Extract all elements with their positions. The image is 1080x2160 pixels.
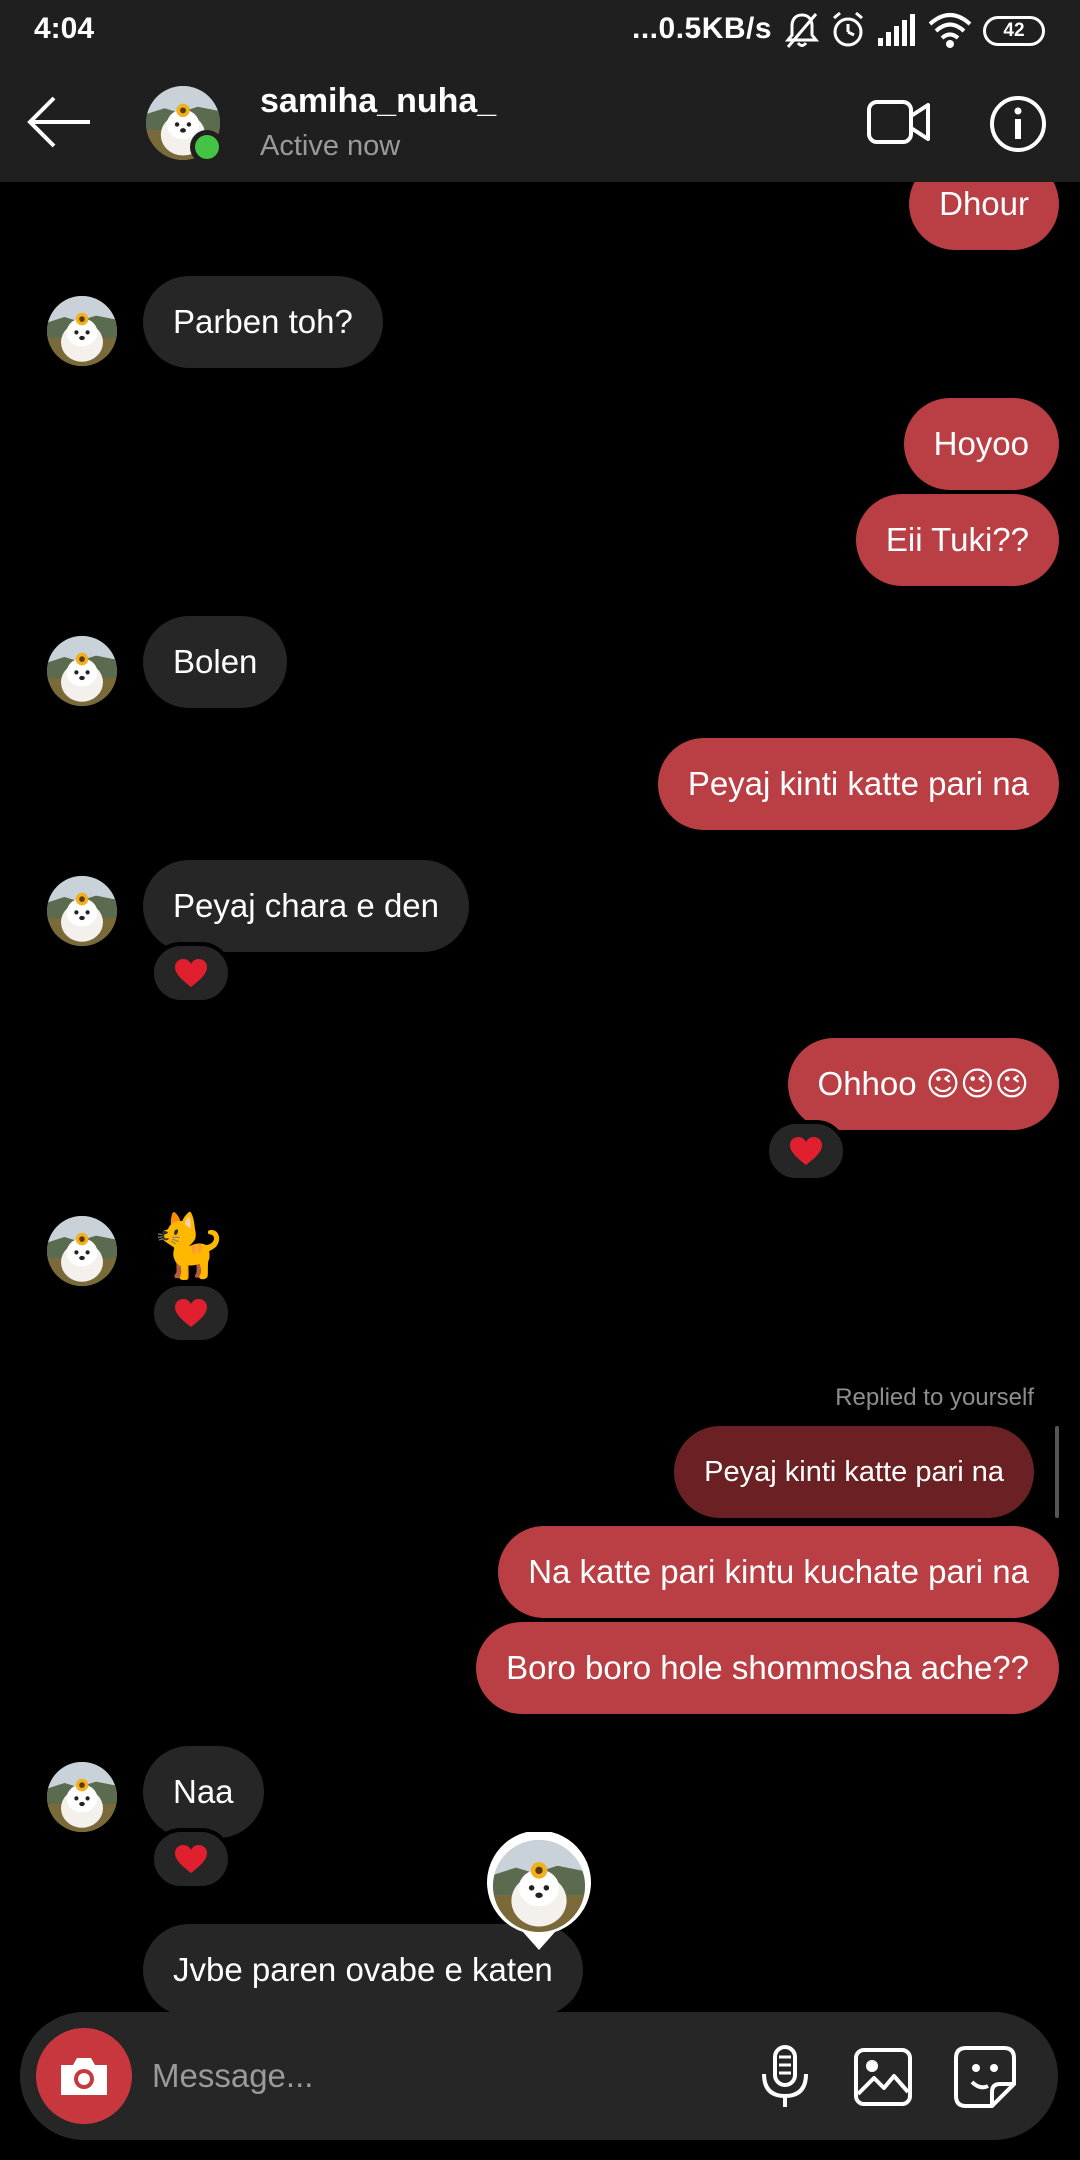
outgoing-message[interactable]: Boro boro hole shommosha ache?? [476, 1622, 1059, 1714]
message-composer [20, 2012, 1058, 2140]
outgoing-message[interactable]: Ohhoo 😉😉😉 [787, 1038, 1059, 1130]
contact-activity-status: Active now [260, 130, 401, 162]
heart-reaction[interactable] [150, 942, 232, 1004]
heart-reaction[interactable] [150, 1282, 232, 1344]
battery-icon: 42 [983, 16, 1045, 46]
heart-reaction-icon [174, 958, 208, 988]
sender-avatar[interactable] [47, 296, 117, 366]
microphone-icon [762, 2045, 808, 2107]
gallery-icon [854, 2048, 912, 2106]
outgoing-message[interactable]: Dhour [909, 182, 1059, 250]
camera-button[interactable] [36, 2028, 132, 2124]
message-input[interactable] [150, 2046, 750, 2106]
back-arrow-icon [27, 96, 90, 148]
sender-avatar[interactable] [47, 1216, 117, 1286]
sender-avatar[interactable] [47, 1762, 117, 1832]
info-button[interactable] [988, 94, 1048, 154]
sticker-icon [954, 2046, 1016, 2108]
incoming-message[interactable]: Naa [143, 1746, 264, 1838]
alarm-icon [830, 10, 866, 50]
heart-reaction-icon [174, 1844, 208, 1874]
chat-header: samiha_nuha_ Active now [0, 62, 1080, 182]
network-speed: ...0.5KB/s [632, 12, 773, 45]
back-button[interactable] [24, 92, 94, 152]
mute-bell-icon [785, 10, 819, 50]
cat-emoji-message[interactable]: 🐈 [150, 1212, 227, 1282]
heart-reaction[interactable] [765, 1120, 847, 1182]
video-call-button[interactable] [866, 92, 932, 152]
incoming-message[interactable]: Peyaj chara e den [143, 860, 470, 952]
video-call-icon [867, 100, 930, 144]
outgoing-message[interactable]: Peyaj kinti katte pari na [657, 738, 1059, 830]
sender-avatar[interactable] [47, 876, 117, 946]
gallery-button[interactable] [852, 2046, 914, 2108]
status-time: 4:04 [34, 12, 95, 45]
outgoing-message[interactable]: Na katte pari kintu kuchate pari na [498, 1526, 1059, 1618]
info-icon [990, 96, 1046, 152]
incoming-message[interactable]: Parben toh? [143, 276, 383, 368]
sticker-button[interactable] [952, 2044, 1018, 2110]
message-thread[interactable]: Dhour Parben toh? Hoyoo Eii Tuki?? Bolen… [0, 182, 1080, 2012]
status-bar: 4:04 ...0.5KB/s 42 [0, 0, 1080, 62]
outgoing-message[interactable]: Eii Tuki?? [855, 494, 1059, 586]
quote-indicator [1055, 1426, 1059, 1518]
camera-icon [61, 2058, 107, 2095]
sender-avatar[interactable] [47, 636, 117, 706]
heart-reaction[interactable] [150, 1828, 232, 1890]
heart-reaction-icon [174, 1298, 208, 1328]
heart-reaction-icon [789, 1136, 823, 1166]
signal-icon [876, 10, 916, 50]
incoming-message[interactable]: Bolen [143, 616, 288, 708]
dm-conversation-screen: 4:04 ...0.5KB/s 42 samiha_nuha_ Active n… [0, 0, 1080, 2160]
microphone-button[interactable] [755, 2044, 815, 2110]
battery-level: 42 [1003, 20, 1025, 41]
outgoing-message[interactable]: Hoyoo [903, 398, 1059, 490]
seen-avatar-pin [485, 1830, 593, 1952]
quoted-message[interactable]: Peyaj kinti katte pari na [674, 1426, 1034, 1518]
reply-context-label: Replied to yourself [835, 1384, 1034, 1411]
wifi-icon [928, 10, 972, 50]
contact-username[interactable]: samiha_nuha_ [260, 82, 496, 121]
online-indicator [190, 130, 224, 164]
